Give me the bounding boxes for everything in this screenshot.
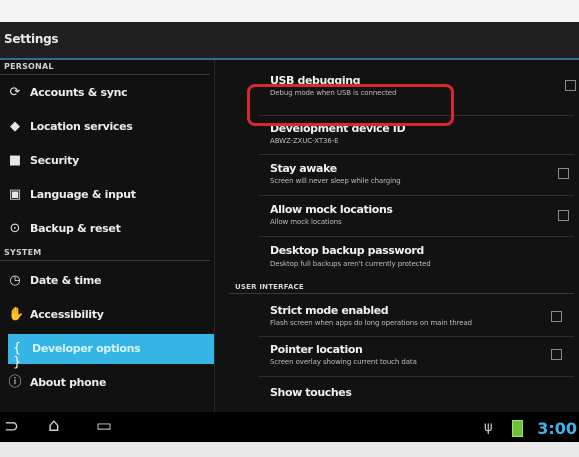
stay-awake-checkbox[interactable] [558, 168, 569, 179]
sidebar-item-security[interactable]: ■ Security [0, 146, 214, 176]
allow-mock-locations-checkbox[interactable] [558, 210, 569, 221]
sidebar-item-accessibility[interactable]: ✋ Accessibility [0, 300, 214, 330]
pref-summary: Desktop full backups aren't currently pr… [270, 260, 431, 268]
status-clock: 3:00 [537, 419, 577, 438]
location-icon: ◆ [10, 119, 20, 134]
screen: Settings PERSONAL ⟳ Accounts & sync ◆ Lo… [0, 22, 579, 442]
pref-divider [259, 154, 574, 155]
annotation-highlight-usb-debugging [247, 84, 454, 126]
sidebar-item-accounts-sync[interactable]: ⟳ Accounts & sync [0, 78, 214, 108]
pref-show-touches[interactable]: Show touches [215, 377, 579, 412]
lock-icon: ■ [8, 153, 22, 168]
home-icon[interactable]: ⌂ [48, 417, 59, 435]
action-bar: Settings [0, 22, 579, 60]
developer-icon: { } [12, 341, 22, 370]
clock-icon: ◷ [9, 273, 21, 288]
info-icon: ⓘ [8, 375, 22, 390]
section-divider [0, 74, 210, 75]
pref-summary: Screen will never sleep while charging [270, 177, 401, 185]
pref-title: Pointer location [270, 343, 363, 356]
pref-desktop-backup-password[interactable]: Desktop backup password Desktop full bac… [215, 237, 579, 277]
sidebar-item-developer-options[interactable]: { } Developer options [8, 334, 214, 370]
battery-icon [512, 420, 523, 437]
pref-strict-mode[interactable]: Strict mode enabled Flash screen when ap… [215, 296, 579, 337]
backup-icon: ⊙ [9, 221, 21, 236]
pref-stay-awake[interactable]: Stay awake Screen will never sleep while… [215, 156, 579, 196]
sidebar-item-label: About phone [30, 376, 107, 389]
pref-pointer-location[interactable]: Pointer location Screen overlay showing … [215, 337, 579, 377]
pointer-location-checkbox[interactable] [551, 349, 562, 360]
sidebar-item-label: Date & time [30, 274, 102, 287]
sidebar-item-date-time[interactable]: ◷ Date & time [0, 266, 214, 296]
pref-summary: ABWZ-ZXUC-XT36-E [270, 137, 339, 145]
sidebar-item-language-input[interactable]: ▣ Language & input [0, 180, 214, 210]
section-header-user-interface: USER INTERFACE [235, 283, 304, 291]
usb-debugging-checkbox[interactable] [565, 80, 576, 91]
device-bezel-bottom [0, 442, 579, 457]
pref-title: Allow mock locations [270, 203, 393, 216]
sidebar-item-label: Security [30, 154, 79, 167]
recents-icon[interactable]: ▭ [96, 418, 112, 435]
section-divider [0, 260, 210, 261]
pref-title: Show touches [270, 386, 352, 399]
pref-allow-mock-locations[interactable]: Allow mock locations Allow mock location… [215, 196, 579, 237]
pref-title: Desktop backup password [270, 244, 424, 257]
system-bar: ⊃ ⌂ ▭ ψ 3:00 [0, 412, 579, 442]
sidebar-item-location-services[interactable]: ◆ Location services [0, 112, 214, 142]
sidebar-item-label: Accessibility [30, 308, 104, 321]
sync-icon: ⟳ [9, 85, 21, 100]
keyboard-icon: ▣ [8, 187, 22, 202]
usb-icon: ψ [484, 420, 493, 435]
pref-summary: Flash screen when apps do long operation… [270, 319, 473, 327]
sidebar-item-backup-reset[interactable]: ⊙ Backup & reset [0, 214, 214, 244]
pref-title: Strict mode enabled [270, 304, 389, 317]
sidebar-item-label: Backup & reset [30, 222, 121, 235]
sidebar-item-label: Accounts & sync [30, 86, 128, 99]
strict-mode-checkbox[interactable] [551, 311, 562, 322]
sidebar-item-label: Developer options [32, 342, 141, 355]
sidebar-item-about-phone[interactable]: ⓘ About phone [0, 368, 214, 398]
pref-summary: Screen overlay showing current touch dat… [270, 358, 417, 366]
device-bezel-top [0, 0, 579, 22]
pref-title: Stay awake [270, 162, 337, 175]
hand-icon: ✋ [8, 307, 25, 322]
sidebar-item-label: Location services [30, 120, 133, 133]
back-icon[interactable]: ⊃ [4, 418, 19, 436]
section-divider [229, 293, 574, 294]
app-title: Settings [4, 32, 59, 46]
sidebar-item-label: Language & input [30, 188, 136, 201]
pref-summary: Allow mock locations [270, 218, 342, 226]
settings-headers-pane: PERSONAL ⟳ Accounts & sync ◆ Location se… [0, 60, 214, 412]
